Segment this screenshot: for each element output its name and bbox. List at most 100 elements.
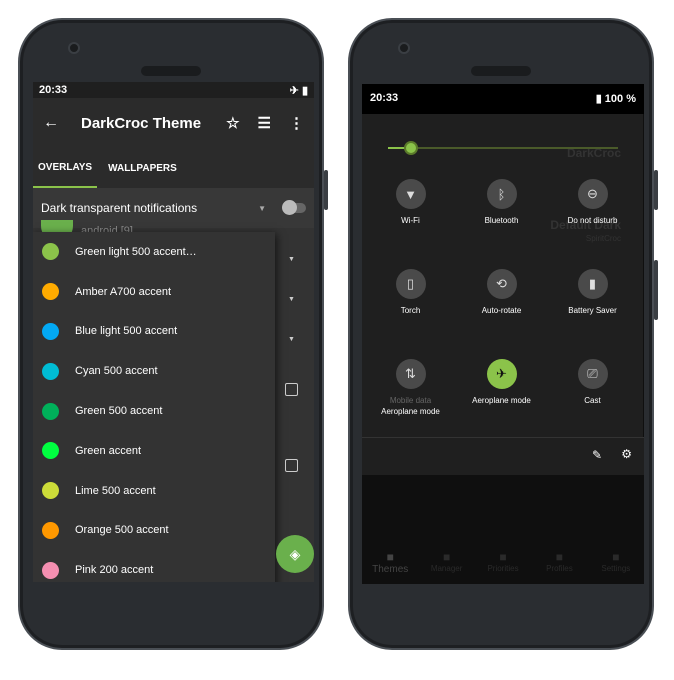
accent-menu-item[interactable]: Green 500 accent bbox=[33, 391, 275, 431]
tile-airplane[interactable]: ✈ Aeroplane mode bbox=[455, 359, 548, 405]
color-swatch bbox=[42, 402, 59, 420]
color-swatch bbox=[42, 362, 59, 380]
mobile-data-icon: ⇅ bbox=[395, 359, 426, 389]
camera bbox=[68, 42, 80, 54]
time: 20:33 bbox=[370, 92, 399, 104]
qs-footer: ✎ ⚙ bbox=[362, 437, 644, 475]
color-swatch bbox=[42, 322, 59, 340]
tile-mobile-data[interactable]: ⇅ Mobile data Aeroplane mode bbox=[364, 359, 457, 416]
battery-percent: 100 % bbox=[604, 93, 636, 105]
bluetooth-icon: ᛒ bbox=[486, 179, 517, 209]
menu-item-label: Green 500 accent bbox=[75, 405, 163, 418]
nav-label: Profiles bbox=[546, 564, 573, 573]
brightness-icon[interactable] bbox=[404, 141, 418, 155]
back-icon[interactable]: ← bbox=[43, 114, 59, 132]
dropdown-icon[interactable]: ▼ bbox=[288, 336, 295, 343]
accent-menu-item[interactable]: Amber A700 accent bbox=[33, 272, 275, 312]
tile-do-not-disturb[interactable]: ⊖ Do not disturb bbox=[546, 179, 639, 225]
tile-label: Battery Saver bbox=[568, 306, 617, 315]
color-swatch bbox=[42, 521, 59, 539]
nav-icon: ■ bbox=[555, 550, 564, 564]
tile-label: Bluetooth bbox=[484, 216, 519, 225]
menu-item-label: Green accent bbox=[75, 444, 142, 457]
list-icon[interactable]: ☰ bbox=[258, 114, 271, 132]
settings-icon[interactable]: ⚙ bbox=[621, 447, 632, 461]
overlay-row[interactable]: Dark transparent notifications ▼ bbox=[33, 188, 314, 228]
auto-rotate-icon: ⟲ bbox=[486, 269, 517, 299]
accent-menu-item[interactable]: Cyan 500 accent bbox=[33, 351, 275, 391]
tile-wifi[interactable]: ▼ Wi-Fi bbox=[364, 179, 457, 225]
nav-icon: ■ bbox=[499, 550, 507, 564]
nav-settings[interactable]: ■ Settings bbox=[588, 550, 644, 584]
quick-settings: DarkCroc Default Dark SpiritCroc ▼ Wi-Fi ᛒ… bbox=[362, 114, 643, 451]
accent-menu-item[interactable]: Orange 500 accent bbox=[33, 511, 275, 551]
accent-menu-item[interactable]: Green accent bbox=[33, 431, 275, 471]
tile-cast[interactable]: ⎚ Cast bbox=[546, 359, 639, 405]
tile-label: Mobile data bbox=[389, 396, 432, 405]
tab-wallpapers[interactable]: WALLPAPERS bbox=[103, 148, 182, 188]
power-button bbox=[324, 170, 328, 210]
checkbox[interactable] bbox=[285, 459, 298, 472]
tile-battery-saver[interactable]: ▮ Battery Saver bbox=[546, 269, 639, 315]
checkbox[interactable] bbox=[285, 383, 298, 396]
nav-themes[interactable]: ■ Themes bbox=[362, 550, 418, 584]
battery-saver-icon: ▮ bbox=[577, 269, 608, 299]
nav-priorities[interactable]: ■ Priorities bbox=[475, 550, 531, 584]
brightness-slider[interactable] bbox=[388, 141, 618, 155]
behind-text: SpiritCroc bbox=[585, 234, 621, 243]
layers-icon: ◈ bbox=[289, 545, 301, 562]
nav-icon: ■ bbox=[442, 550, 451, 564]
nav-label: Settings bbox=[601, 564, 631, 573]
nav-label: Themes bbox=[372, 564, 409, 575]
color-swatch bbox=[42, 561, 59, 579]
speaker bbox=[471, 66, 531, 76]
dropdown-icon[interactable]: ▼ bbox=[288, 256, 295, 263]
do-not-disturb-icon: ⊖ bbox=[577, 179, 608, 209]
torch-icon: ▯ bbox=[395, 269, 426, 299]
tile-label: Auto-rotate bbox=[481, 306, 522, 315]
overlay-toggle[interactable] bbox=[282, 200, 306, 215]
toolbar: ← DarkCroc Theme ☆ ☰ ⋮ bbox=[33, 98, 314, 148]
bottom-nav: ■ Themes ■ Manager ■ Priorities ■ Profiles ■ Sett… bbox=[362, 550, 644, 584]
nav-label: Manager bbox=[430, 564, 463, 573]
tile-label: Aeroplane mode bbox=[472, 396, 531, 405]
volume-button bbox=[654, 260, 658, 320]
right-phone: 20:33 ▮ 100 % DarkCroc Default Dark Spiri… bbox=[348, 18, 658, 650]
speaker bbox=[141, 66, 201, 76]
tile-label: Cast bbox=[584, 396, 601, 405]
wifi-icon: ▼ bbox=[395, 179, 426, 209]
accent-menu-item[interactable]: Lime 500 accent bbox=[33, 471, 275, 511]
airplane-icon: ✈ bbox=[486, 359, 517, 389]
time: 20:33 bbox=[39, 84, 68, 96]
menu-item-label: Lime 500 accent bbox=[75, 484, 156, 497]
accent-menu-item[interactable]: Pink 200 accent bbox=[33, 550, 275, 582]
tab-overlays[interactable]: OVERLAYS bbox=[33, 148, 98, 188]
more-icon[interactable]: ⋮ bbox=[289, 114, 304, 132]
nav-manager[interactable]: ■ Manager bbox=[418, 550, 474, 584]
menu-item-label: Blue light 500 accent bbox=[75, 325, 178, 338]
nav-icon: ■ bbox=[612, 550, 620, 564]
tabs: OVERLAYS WALLPAPERS bbox=[33, 148, 314, 188]
dropdown-icon[interactable]: ▼ bbox=[258, 204, 266, 213]
accent-menu-item[interactable]: Blue light 500 accent bbox=[33, 312, 275, 352]
edit-icon[interactable]: ✎ bbox=[592, 448, 602, 462]
tile-bluetooth[interactable]: ᛒ Bluetooth bbox=[455, 179, 548, 225]
star-icon[interactable]: ☆ bbox=[226, 114, 239, 132]
power-button bbox=[654, 170, 658, 210]
dropdown-icon[interactable]: ▼ bbox=[288, 296, 295, 303]
accent-menu: Green light 500 accent… Amber A700 accent… bbox=[33, 232, 275, 582]
nav-profiles[interactable]: ■ Profiles bbox=[531, 550, 587, 584]
tile-auto-rotate[interactable]: ⟲ Auto-rotate bbox=[455, 269, 548, 315]
status-bar: 20:33 ▮ 100 % bbox=[362, 84, 644, 114]
menu-item-label: Cyan 500 accent bbox=[75, 365, 158, 378]
left-phone: 20:33 ✈ ▮ ← DarkCroc Theme ☆ ☰ ⋮ OVERLAYS… bbox=[18, 18, 328, 650]
layers-fab[interactable]: ◈ bbox=[276, 535, 314, 573]
menu-item-label: Green light 500 accent… bbox=[75, 245, 197, 258]
accent-menu-item[interactable]: Green light 500 accent… bbox=[33, 232, 275, 272]
color-swatch bbox=[42, 482, 59, 500]
airplane-battery-icon: ✈ ▮ bbox=[289, 85, 308, 97]
tile-label: Do not disturb bbox=[567, 216, 618, 225]
tile-torch[interactable]: ▯ Torch bbox=[364, 269, 457, 315]
battery-status: ▮ 100 % bbox=[595, 93, 636, 105]
status-bar: 20:33 ✈ ▮ bbox=[33, 82, 314, 98]
